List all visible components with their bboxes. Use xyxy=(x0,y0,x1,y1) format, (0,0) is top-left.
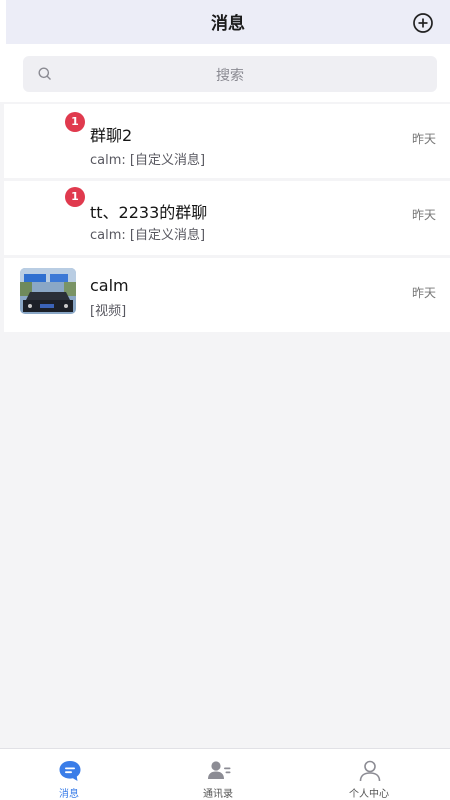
search-placeholder: 搜索 xyxy=(216,68,244,84)
conversation-item[interactable]: 1 群聊2 calm: [自定义消息] 昨天 xyxy=(4,104,450,178)
add-circle-icon[interactable] xyxy=(412,12,434,34)
conversation-time: 昨天 xyxy=(411,208,436,222)
chat-bubble-icon xyxy=(59,761,81,781)
search-input[interactable]: 搜索 xyxy=(23,56,437,92)
tab-profile[interactable]: 个人中心 xyxy=(329,749,409,800)
bottom-tab-bar: 消息 通讯录 个人中心 xyxy=(0,748,450,800)
tab-label: 通讯录 xyxy=(203,789,233,800)
conversation-time: 昨天 xyxy=(411,132,436,146)
tab-label: 个人中心 xyxy=(349,789,389,800)
page-title: 消息 xyxy=(211,14,245,34)
conversation-preview: calm: [自定义消息] xyxy=(90,228,206,243)
conversation-preview: [视频] xyxy=(90,304,127,319)
conversation-preview: calm: [自定义消息] xyxy=(90,153,206,168)
person-icon xyxy=(359,760,381,782)
tab-contacts[interactable]: 通讯录 xyxy=(178,749,258,800)
conversation-name: tt、2233的群聊 xyxy=(90,203,208,222)
app-header: 消息 xyxy=(6,0,450,44)
conversation-time: 昨天 xyxy=(411,286,436,300)
conversation-name: calm xyxy=(90,276,129,295)
unread-badge: 1 xyxy=(65,112,85,132)
conversation-item[interactable]: 1 tt、2233的群聊 calm: [自定义消息] 昨天 xyxy=(4,181,450,255)
contacts-icon xyxy=(208,761,231,779)
tab-label: 消息 xyxy=(59,789,79,800)
top-bar: 消息 搜索 xyxy=(0,0,450,102)
unread-badge: 1 xyxy=(65,187,85,207)
conversation-name: 群聊2 xyxy=(90,126,133,145)
conversation-item[interactable]: calm [视频] 昨天 xyxy=(4,258,450,332)
avatar xyxy=(20,268,76,314)
tab-messages[interactable]: 消息 xyxy=(29,749,109,800)
